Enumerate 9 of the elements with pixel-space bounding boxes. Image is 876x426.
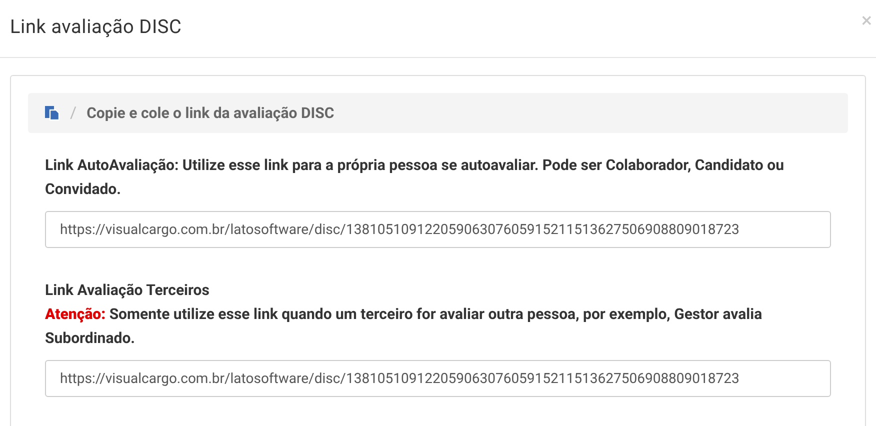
warning-text: Atenção: Somente utilize esse link quando um terceiro for avaliar outra pessoa, por exemplo, Gestor avalia Subordinado. bbox=[45, 304, 764, 349]
breadcrumb-text: Copie e cole o link da avaliação DISC bbox=[86, 102, 334, 124]
clipboard-icon bbox=[44, 105, 60, 121]
field-label: Link Avaliação Terceiros bbox=[45, 280, 210, 301]
breadcrumb-separator: / bbox=[70, 102, 77, 124]
field-label: Link AutoAvaliação: Utilize esse link para a própria pessoa se autoavaliar. Pode ser Colaborador, Candidato ou Convidado. bbox=[45, 155, 785, 200]
window-title: Link avaliação DISC bbox=[10, 16, 182, 38]
link-field[interactable]: https://visualcargo.com.br/latosoftware/disc/13810510912205906307605915211513627506908809018723 bbox=[45, 360, 831, 397]
link-field[interactable]: https://visualcargo.com.br/latosoftware/disc/13810510912205906307605915211513627506908809018723 bbox=[45, 211, 831, 248]
